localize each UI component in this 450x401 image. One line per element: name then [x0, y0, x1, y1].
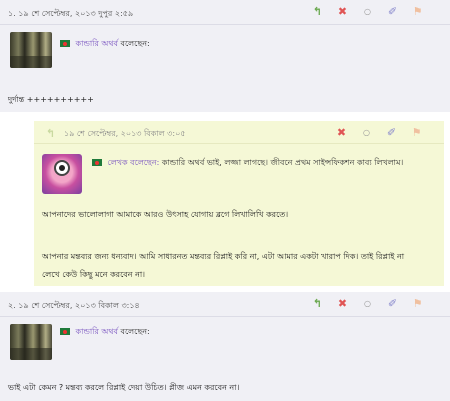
author-reply: ↰ ১৯ শে সেপ্টেম্বর, ২০১৩ বিকাল ৩:০৫ ✖ ○ … — [34, 121, 444, 286]
comment-number-date: ১. ১৯ শে সেপ্টেম্বর, ২০১৩ দুপুর ২:৫৯ — [8, 9, 134, 18]
avatar[interactable] — [10, 324, 52, 360]
edit-icon[interactable]: ✐ — [380, 298, 405, 310]
report-flag-icon[interactable]: ⚑ — [405, 6, 430, 18]
comment-header: ২. ১৯ শে সেপ্টেম্বর, ২০১৩ বিকাল ৩:১৪ ↰ ✖… — [0, 292, 450, 317]
reply-icon[interactable]: ↰ — [46, 127, 55, 140]
comment-number-date: ২. ১৯ শে সেপ্টেম্বর, ২০১৩ বিকাল ৩:১৪ — [8, 301, 140, 310]
rate-icon[interactable]: ○ — [355, 6, 380, 18]
author-line: লেখক বলেছেন: কান্ডারি অথর্ব ভাই, লজ্জা ল… — [92, 157, 403, 170]
report-flag-icon[interactable]: ⚑ — [404, 127, 429, 139]
comment-text: দুর্দান্ত ++++++++++ — [8, 95, 94, 104]
rate-icon[interactable]: ○ — [354, 127, 379, 139]
author-name[interactable]: কান্ডারি অথর্ব — [76, 327, 118, 336]
reply-paragraph-3-line-1: আপনার মন্তব্যর জন্য ধন্যবাদ। আমি সাধারনত… — [42, 252, 405, 261]
reply-first-line: কান্ডারি অথর্ব ভাই, লজ্জা লাগছে। জীবনে প… — [161, 158, 404, 167]
reply-paragraph-2: আপনাদের ভালোলাগা আমাকে আরও উৎসাহ যোগায় … — [42, 210, 289, 219]
comment-1: ১. ১৯ শে সেপ্টেম্বর, ২০১৩ দুপুর ২:৫৯ ↰ ✖… — [0, 0, 450, 112]
said-label: বলেছেন: — [120, 327, 150, 336]
author-line: কান্ডারি অথর্ব বলেছেন: — [60, 326, 150, 339]
avatar[interactable] — [42, 154, 82, 194]
report-flag-icon[interactable]: ⚑ — [405, 298, 430, 310]
delete-icon[interactable]: ✖ — [330, 298, 355, 310]
avatar[interactable] — [10, 32, 52, 68]
delete-icon[interactable]: ✖ — [330, 6, 355, 18]
rate-icon[interactable]: ○ — [355, 298, 380, 310]
reply-icon[interactable]: ↰ — [305, 6, 330, 18]
country-flag-icon — [60, 40, 70, 47]
reply-date: ১৯ শে সেপ্টেম্বর, ২০১৩ বিকাল ৩:০৫ — [64, 129, 186, 138]
reply-paragraph-3-line-2: লেখে কেউ কিছু মনে করবেন না। — [42, 270, 146, 279]
comment-actions: ↰ ✖ ○ ✐ ⚑ — [305, 6, 430, 18]
author-name[interactable]: কান্ডারি অথর্ব — [76, 39, 118, 48]
author-label: লেখক বলেছেন: — [107, 158, 160, 167]
said-label: বলেছেন: — [120, 39, 150, 48]
author-line: কান্ডারি অথর্ব বলেছেন: — [60, 38, 150, 51]
comment-2: ২. ১৯ শে সেপ্টেম্বর, ২০১৩ বিকাল ৩:১৪ ↰ ✖… — [0, 292, 450, 401]
country-flag-icon — [60, 328, 70, 335]
delete-icon[interactable]: ✖ — [329, 127, 354, 139]
country-flag-icon — [92, 159, 102, 166]
comment-header: ১. ১৯ শে সেপ্টেম্বর, ২০১৩ দুপুর ২:৫৯ ↰ ✖… — [0, 0, 450, 25]
edit-icon[interactable]: ✐ — [380, 6, 405, 18]
comment-text: ভাই এটা কেমন ? মন্তব্য করলে রিপ্লাই দেয়… — [8, 383, 240, 392]
reply-actions: ✖ ○ ✐ ⚑ — [329, 127, 429, 139]
reply-header: ↰ ১৯ শে সেপ্টেম্বর, ২০১৩ বিকাল ৩:০৫ ✖ ○ … — [34, 121, 444, 144]
comment-actions: ↰ ✖ ○ ✐ ⚑ — [305, 298, 430, 310]
reply-icon[interactable]: ↰ — [305, 298, 330, 310]
edit-icon[interactable]: ✐ — [379, 127, 404, 139]
